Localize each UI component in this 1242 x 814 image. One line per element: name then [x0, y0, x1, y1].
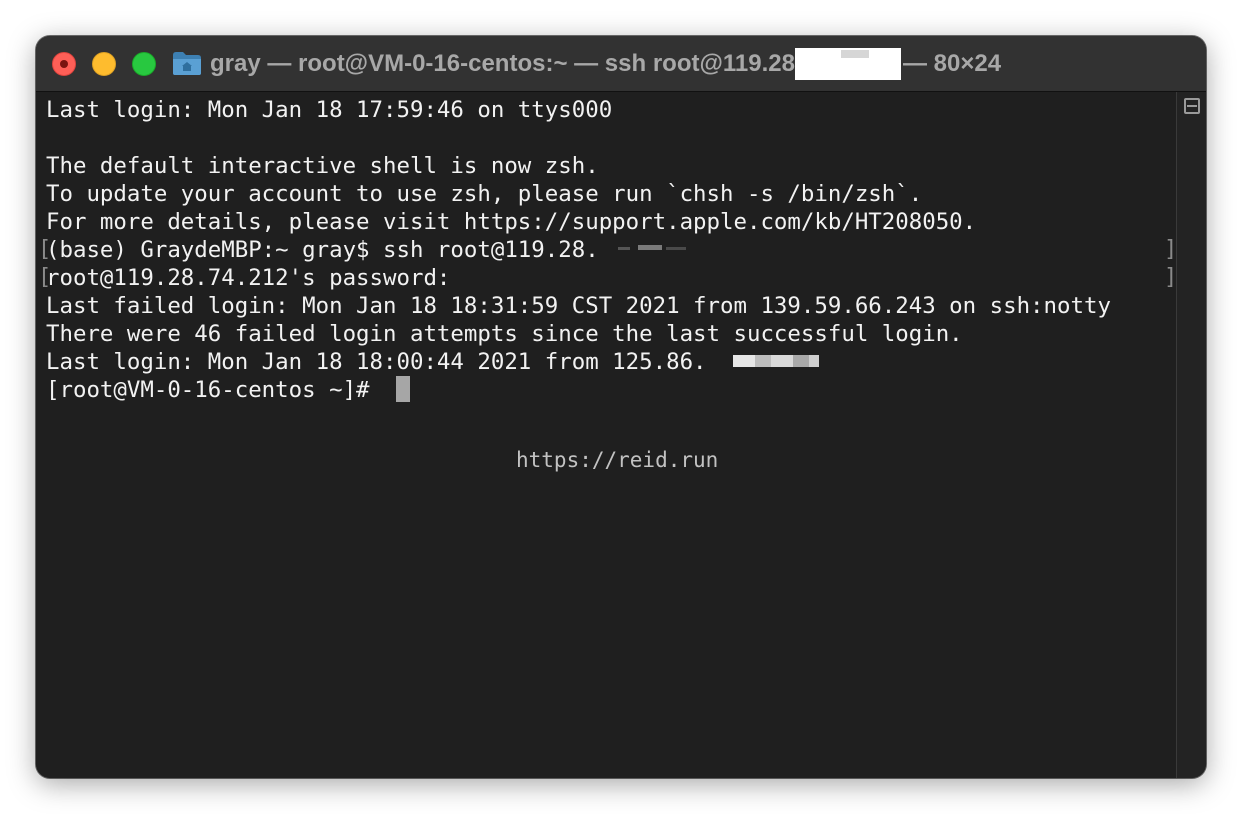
scrollbar[interactable] [1176, 92, 1206, 778]
terminal-line: To update your account to use zsh, pleas… [46, 181, 923, 207]
terminal-line: root@119.28.74.212's password: [46, 265, 451, 291]
window-title: gray — root@VM-0-16-centos:~ — ssh root@… [210, 48, 1002, 80]
terminal-output[interactable]: Last login: Mon Jan 18 17:59:46 on ttys0… [36, 92, 1177, 778]
terminal-line: (base) GraydeMBP:~ gray$ ssh root@119.28… [46, 237, 599, 263]
title-bar[interactable]: gray — root@VM-0-16-centos:~ — ssh root@… [36, 36, 1206, 92]
text-cursor [396, 376, 410, 402]
redacted-ip-block [794, 48, 901, 80]
zoom-button[interactable] [132, 52, 156, 76]
terminal-line: Last login: Mon Jan 18 17:59:46 on ttys0… [46, 97, 613, 123]
terminal-line: The default interactive shell is now zsh… [46, 153, 599, 179]
terminal-line: Last failed login: Mon Jan 18 18:31:59 C… [46, 293, 1111, 319]
terminal-line: There were 46 failed login attempts sinc… [46, 321, 963, 347]
close-button[interactable] [52, 52, 76, 76]
terminal-window: gray — root@VM-0-16-centos:~ — ssh root@… [36, 36, 1206, 778]
shell-prompt: [root@VM-0-16-centos ~]# [46, 377, 384, 403]
terminal-line: For more details, please visit https://s… [46, 209, 977, 235]
minimize-button[interactable] [92, 52, 116, 76]
window-title-text: gray — root@VM-0-16-centos:~ — ssh root@… [210, 50, 795, 77]
terminal-line: Last login: Mon Jan 18 18:00:44 2021 fro… [46, 349, 707, 375]
close-icon [60, 60, 68, 68]
redacted-ip-smudge [733, 355, 819, 367]
home-folder-icon [173, 52, 201, 75]
window-title-size: — 80×24 [902, 50, 1002, 77]
watermark-text: https://reid.run [516, 448, 719, 472]
redacted-ip-smudge [618, 245, 686, 250]
split-pane-icon[interactable] [1184, 98, 1200, 114]
